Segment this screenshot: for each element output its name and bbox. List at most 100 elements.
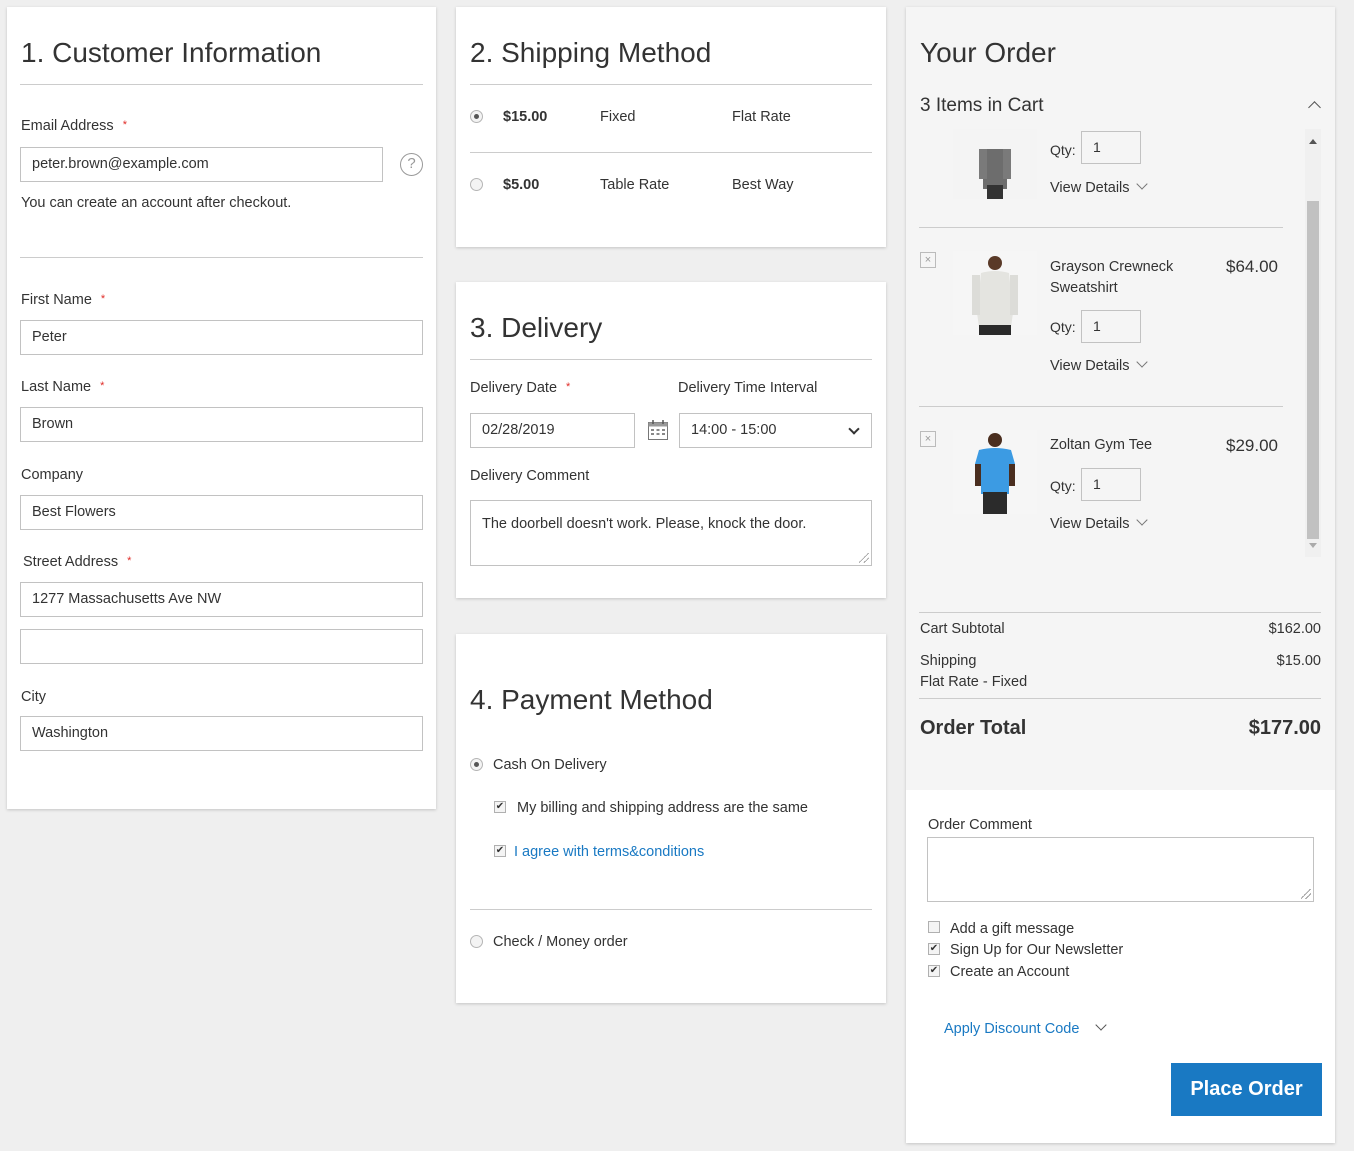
product-image[interactable]	[953, 251, 1037, 335]
scrollbar[interactable]	[1305, 129, 1321, 557]
company-label: Company	[21, 467, 84, 483]
order-comment-textarea[interactable]	[927, 837, 1314, 902]
divider	[919, 698, 1321, 699]
qty-field[interactable]: 1	[1081, 131, 1141, 164]
help-icon[interactable]: ?	[400, 153, 423, 176]
divider	[470, 84, 872, 85]
shipping-option-radio[interactable]	[470, 178, 483, 191]
order-total-value: $177.00	[1248, 717, 1321, 739]
last-name-label: Last Name *	[21, 379, 105, 395]
payment-method-panel: 4. Payment Method Cash On Delivery ✔ My …	[456, 634, 886, 1003]
shipping-option-radio[interactable]	[470, 110, 483, 123]
cart-item: × Grayson Crewneck Sweatshirt $64.00 Qty:…	[919, 227, 1283, 407]
divider	[470, 359, 872, 360]
city-field[interactable]: Washington	[20, 716, 423, 751]
remove-item-icon[interactable]: ×	[920, 431, 936, 447]
email-label: Email Address *	[21, 118, 127, 134]
view-details-toggle[interactable]: View Details	[1050, 514, 1148, 532]
shipping-method-title: 2. Shipping Method	[470, 37, 712, 68]
chevron-down-icon	[1095, 1019, 1108, 1031]
order-summary-panel: Your Order 3 Items in Cart Qty: 1 View D…	[906, 7, 1335, 1143]
cart-subtotal-label: Cart Subtotal	[920, 621, 1005, 637]
shipping-value: $15.00	[1276, 653, 1321, 669]
chevron-down-icon	[1135, 178, 1148, 190]
cart-item: Qty: 1 View Details	[919, 129, 1283, 219]
payment-option-radio[interactable]	[470, 935, 483, 948]
scroll-up-arrow-icon[interactable]	[1309, 139, 1317, 144]
qty-label: Qty:	[1050, 319, 1076, 335]
delivery-comment-textarea[interactable]: The doorbell doesn't work. Please, knock…	[470, 500, 872, 566]
delivery-panel: 3. Delivery Delivery Date * Delivery Time…	[456, 282, 886, 598]
place-order-button[interactable]: Place Order	[1171, 1063, 1322, 1116]
customer-info-title: 1. Customer Information	[21, 37, 322, 68]
cart-items-list[interactable]: Qty: 1 View Details × Grayson Crewneck Sw…	[919, 129, 1321, 557]
email-field[interactable]: peter.brown@example.com	[20, 147, 383, 182]
divider	[20, 257, 423, 258]
delivery-interval-label: Delivery Time Interval	[678, 380, 818, 396]
email-note: You can create an account after checkout…	[21, 195, 292, 211]
customer-info-panel: 1. Customer Information Email Address * p…	[7, 7, 436, 809]
resize-handle-icon[interactable]	[1301, 889, 1311, 899]
shipping-method-summary: Flat Rate - Fixed	[920, 674, 1028, 690]
company-field[interactable]: Best Flowers	[20, 495, 423, 530]
street-address-line2-field[interactable]	[20, 629, 423, 664]
your-order-title: Your Order	[920, 37, 1056, 68]
payment-method-title: 4. Payment Method	[470, 684, 713, 715]
first-name-field[interactable]: Peter	[20, 320, 423, 355]
product-price: $29.00	[1226, 436, 1278, 455]
calendar-icon[interactable]	[647, 419, 669, 441]
apply-discount-toggle[interactable]: Apply Discount Code	[944, 1019, 1108, 1037]
gift-message-label: Add a gift message	[950, 921, 1075, 937]
shipping-option-carrier: Best Way	[732, 177, 794, 193]
delivery-comment-label: Delivery Comment	[470, 468, 590, 484]
last-name-field[interactable]: Brown	[20, 407, 423, 442]
resize-handle-icon[interactable]	[859, 553, 869, 563]
payment-option-label: Check / Money order	[493, 934, 628, 950]
shipping-option-method: Fixed	[600, 109, 636, 125]
chevron-down-icon	[848, 423, 860, 435]
order-total-label: Order Total	[920, 717, 1027, 739]
billing-same-label: My billing and shipping address are the …	[517, 800, 808, 816]
shipping-option-carrier: Flat Rate	[732, 109, 791, 125]
delivery-title: 3. Delivery	[470, 312, 603, 343]
shipping-option-method: Table Rate	[600, 177, 670, 193]
newsletter-label: Sign Up for Our Newsletter	[950, 942, 1124, 958]
chevron-down-icon	[1135, 514, 1148, 526]
product-image[interactable]	[953, 129, 1037, 199]
shipping-method-panel: 2. Shipping Method $15.00 Fixed Flat Rat…	[456, 7, 886, 247]
delivery-date-field[interactable]: 02/28/2019	[470, 413, 635, 448]
terms-link[interactable]: I agree with terms&conditions	[514, 844, 704, 860]
payment-option-label: Cash On Delivery	[493, 757, 607, 773]
remove-item-icon[interactable]: ×	[920, 252, 936, 268]
product-name[interactable]: Zoltan Gym Tee	[1050, 437, 1152, 453]
create-account-checkbox[interactable]: ✔	[928, 965, 940, 977]
qty-label: Qty:	[1050, 478, 1076, 494]
city-label: City	[21, 689, 46, 705]
scrollbar-thumb[interactable]	[1307, 201, 1319, 539]
divider	[20, 84, 423, 85]
billing-same-checkbox[interactable]: ✔	[494, 801, 506, 813]
product-name[interactable]: Grayson Crewneck Sweatshirt	[1050, 257, 1173, 299]
view-details-toggle[interactable]: View Details	[1050, 356, 1148, 374]
cart-subtotal-value: $162.00	[1268, 621, 1321, 637]
gift-message-checkbox[interactable]	[928, 921, 940, 933]
cart-item: × Zoltan Gym Tee $29.00 Qty: 1 View Deta…	[919, 406, 1283, 556]
scroll-down-arrow-icon[interactable]	[1309, 543, 1317, 548]
shipping-option-price: $5.00	[503, 177, 540, 193]
delivery-interval-select[interactable]: 14:00 - 15:00	[679, 413, 872, 448]
divider	[470, 909, 872, 910]
qty-field[interactable]: 1	[1081, 310, 1141, 343]
shipping-option-price: $15.00	[503, 109, 548, 125]
create-account-label: Create an Account	[950, 964, 1070, 980]
delivery-date-label: Delivery Date *	[470, 380, 571, 396]
items-in-cart-toggle[interactable]: 3 Items in Cart	[920, 95, 1044, 117]
qty-field[interactable]: 1	[1081, 468, 1141, 501]
view-details-toggle[interactable]: View Details	[1050, 178, 1148, 196]
divider	[919, 612, 1321, 613]
payment-option-radio[interactable]	[470, 758, 483, 771]
divider	[470, 152, 872, 153]
product-image[interactable]	[953, 430, 1037, 514]
street-address-line1-field[interactable]: 1277 Massachusetts Ave NW	[20, 582, 423, 617]
terms-checkbox[interactable]: ✔	[494, 845, 506, 857]
newsletter-checkbox[interactable]: ✔	[928, 943, 940, 955]
